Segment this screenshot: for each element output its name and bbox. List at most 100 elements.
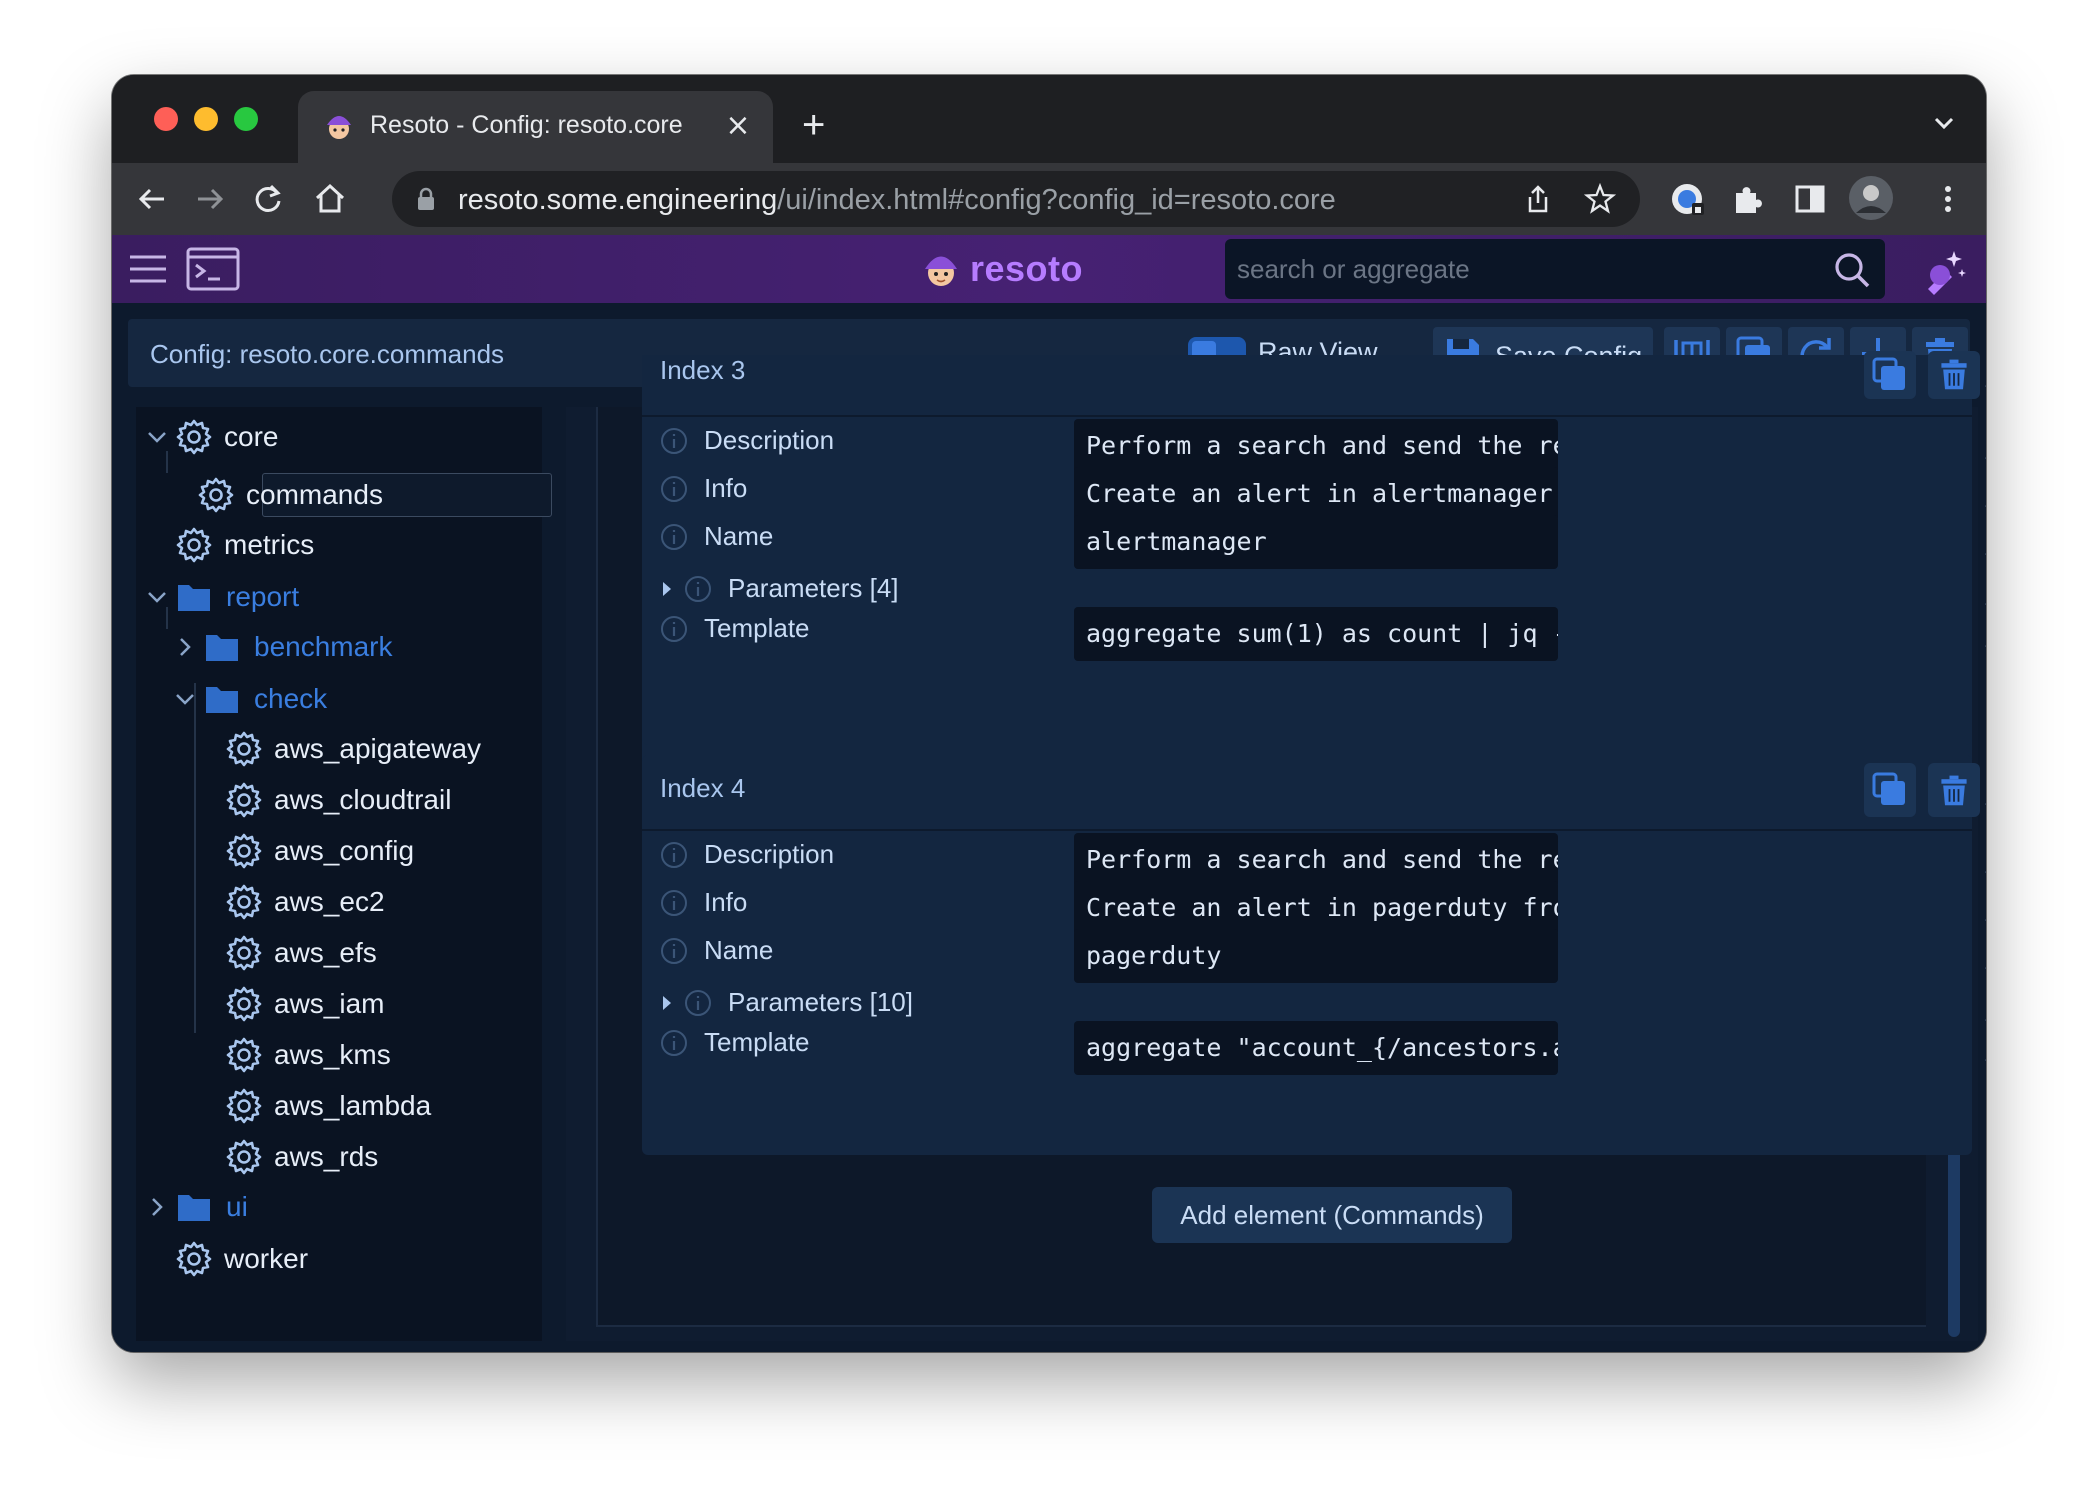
star-icon[interactable]: [1584, 183, 1616, 215]
nullify-icon[interactable]: [1982, 615, 1986, 649]
field-label: Parameters [10]: [728, 987, 913, 1017]
divider: [642, 415, 1972, 417]
copy-icon: [1872, 357, 1905, 390]
nullify-icon[interactable]: [1982, 773, 1986, 807]
template-value[interactable]: aggregate sum(1) as count | jq --no-: [1074, 607, 1558, 661]
nullify-icon[interactable]: [1982, 573, 1986, 607]
extension-icon[interactable]: [1668, 179, 1708, 219]
field-parameters[interactable]: Parameters [10]: [660, 987, 913, 1018]
nullify-icon[interactable]: [1982, 989, 1986, 1023]
field-label: Description: [704, 839, 835, 869]
browser-toolbar: resoto.some.engineering/ui/index.html#co…: [112, 163, 1986, 235]
app-header: resoto: [112, 235, 1986, 303]
kebab-icon[interactable]: [1928, 179, 1968, 219]
field-info: Info: [660, 473, 747, 504]
caret-right-icon[interactable]: [660, 580, 674, 598]
field-name: Name: [660, 935, 773, 966]
trash-icon: [1941, 775, 1967, 806]
description-value[interactable]: Perform a search and send the result: [1074, 419, 1558, 473]
info-icon[interactable]: [660, 1029, 688, 1057]
caret-right-icon[interactable]: [660, 994, 674, 1012]
field-template: Template: [660, 1027, 810, 1058]
description-value[interactable]: Perform a search and send the result: [1074, 833, 1558, 887]
hamburger-icon[interactable]: [128, 249, 168, 289]
info-icon[interactable]: [684, 575, 712, 603]
sidepanel-icon[interactable]: [1790, 179, 1830, 219]
field-description: Description: [660, 425, 834, 456]
back-icon[interactable]: [130, 177, 174, 221]
delete-item-button[interactable]: [1928, 763, 1980, 817]
field-template: Template: [660, 613, 810, 644]
wizard-icon[interactable]: [1920, 245, 1970, 295]
close-window-button[interactable]: [154, 107, 178, 131]
forward-icon[interactable]: [188, 177, 232, 221]
info-icon[interactable]: [684, 989, 712, 1017]
delete-item-button[interactable]: [1928, 351, 1980, 399]
nullify-icon[interactable]: [1982, 523, 1986, 557]
info-value[interactable]: Create an alert in pagerduty from a: [1074, 881, 1558, 935]
browser-tab[interactable]: Resoto - Config: resoto.core ×: [298, 91, 773, 163]
copy-item-button[interactable]: [1864, 763, 1916, 817]
url-path: /ui/index.html#config?config_id=resoto.c…: [777, 184, 1336, 216]
tab-strip: Resoto - Config: resoto.core × +: [112, 75, 1986, 163]
close-icon[interactable]: ×: [721, 109, 755, 143]
field-parameters[interactable]: Parameters [4]: [660, 573, 899, 604]
template-value[interactable]: aggregate "account_{/ancestors.accou: [1074, 1021, 1558, 1075]
field-label: Template: [704, 1027, 810, 1057]
field-label: Parameters [4]: [728, 573, 899, 603]
nullify-icon[interactable]: [1982, 427, 1986, 461]
search-input[interactable]: [1237, 249, 1797, 289]
share-icon[interactable]: [1522, 183, 1554, 215]
chevron-down-icon[interactable]: [1930, 109, 1958, 137]
card-index-3: Index 3 Description Perform a search and…: [642, 351, 1986, 745]
trash-icon: [1941, 359, 1967, 390]
search-icon[interactable]: [1833, 251, 1871, 289]
name-value[interactable]: alertmanager: [1074, 515, 1558, 569]
nullify-icon[interactable]: [1982, 1029, 1986, 1063]
resoto-mascot-icon: [925, 256, 957, 286]
field-label: Template: [704, 613, 810, 643]
resoto-favicon-icon: [327, 116, 351, 139]
field-label: Description: [704, 425, 835, 455]
browser-window: Resoto - Config: resoto.core × + resoto.…: [112, 75, 1986, 1352]
field-name: Name: [660, 521, 773, 552]
url-text: resoto.some.engineering/ui/index.html#co…: [458, 184, 1336, 217]
nullify-icon[interactable]: [1982, 937, 1986, 971]
home-icon[interactable]: [308, 177, 352, 221]
info-icon[interactable]: [660, 427, 688, 455]
field-label: Info: [704, 887, 748, 917]
tab-title: Resoto - Config: resoto.core: [370, 111, 683, 139]
card-index-4: Index 4 Description Perform a search and s…: [642, 755, 1986, 1155]
logo-text: resoto: [970, 248, 1084, 289]
field-label: Name: [704, 521, 774, 551]
field-label: Name: [704, 935, 774, 965]
lock-icon[interactable]: [416, 187, 436, 211]
info-icon[interactable]: [660, 937, 688, 965]
info-icon[interactable]: [660, 889, 688, 917]
nullify-icon[interactable]: [1982, 889, 1986, 923]
info-icon[interactable]: [660, 475, 688, 503]
info-icon[interactable]: [660, 523, 688, 551]
terminal-icon[interactable]: [186, 247, 240, 291]
info-value[interactable]: Create an alert in alertmanager from: [1074, 467, 1558, 521]
copy-item-button[interactable]: [1864, 351, 1916, 399]
profile-avatar[interactable]: [1848, 175, 1894, 221]
address-bar[interactable]: resoto.some.engineering/ui/index.html#co…: [392, 171, 1640, 227]
plus-icon[interactable]: +: [802, 105, 825, 145]
reload-icon[interactable]: [246, 177, 290, 221]
resoto-logo[interactable]: resoto: [920, 245, 1083, 293]
name-value[interactable]: pagerduty: [1074, 929, 1558, 983]
zoom-window-button[interactable]: [234, 107, 258, 131]
field-info: Info: [660, 887, 747, 918]
add-element-button[interactable]: Add element (Commands): [1152, 1187, 1512, 1243]
nullify-icon[interactable]: [1982, 355, 1986, 389]
minimize-window-button[interactable]: [194, 107, 218, 131]
nullify-icon[interactable]: [1982, 475, 1986, 509]
puzzle-icon[interactable]: [1728, 179, 1768, 219]
info-icon[interactable]: [660, 841, 688, 869]
info-icon[interactable]: [660, 615, 688, 643]
field-description: Description: [660, 839, 834, 870]
search-box: [1225, 239, 1885, 299]
nullify-icon[interactable]: [1982, 841, 1986, 875]
url-host: resoto.some.engineering: [458, 184, 778, 216]
